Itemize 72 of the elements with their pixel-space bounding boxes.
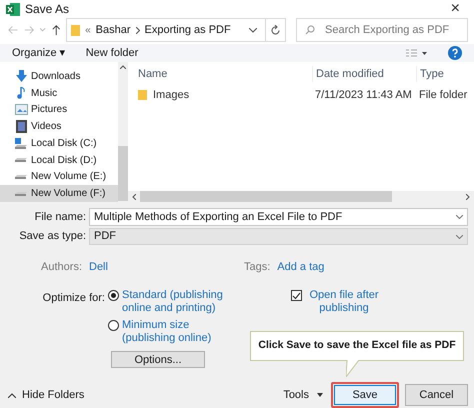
sidebar-scrollbar[interactable] <box>118 62 128 202</box>
new-folder-button[interactable]: New folder <box>86 44 138 62</box>
callout: Click Save to save the Excel file as PDF <box>250 331 464 361</box>
field-label: File name: <box>34 210 87 225</box>
callout-pointer <box>346 360 360 377</box>
path-segment[interactable]: Exporting as PDF <box>144 22 231 38</box>
cancel-button[interactable]: Cancel <box>405 384 468 406</box>
field-label: Optimize for: <box>42 291 106 306</box>
help-icon[interactable] <box>448 46 462 60</box>
column-header[interactable]: Date modified <box>312 66 416 82</box>
table-cell-text: 7/11/2023 11:43 AM <box>314 88 413 103</box>
sidebar-item[interactable]: Music <box>0 84 118 102</box>
scroll-right-icon[interactable] <box>466 194 470 200</box>
tools-menu[interactable]: Tools <box>283 386 323 404</box>
refresh-button[interactable] <box>265 18 286 42</box>
sidebar-item[interactable]: Downloads <box>0 68 118 85</box>
column-header[interactable]: Type <box>416 66 474 82</box>
caret-icon <box>317 393 323 397</box>
field-label: Save as type: <box>18 229 87 244</box>
dropdown-icon[interactable] <box>249 28 258 32</box>
close-button[interactable]: × <box>442 1 468 17</box>
chevron-icon <box>136 26 140 34</box>
up-icon[interactable] <box>52 24 60 36</box>
drive-icon <box>14 174 28 180</box>
sidebar-item[interactable]: New Volume (E:) <box>0 168 118 186</box>
dropdown-icon <box>456 234 463 238</box>
organize-menu[interactable]: Organize ▾ <box>12 44 66 62</box>
app-icon <box>6 2 20 16</box>
drive-icon <box>14 138 28 149</box>
field-label: Authors: <box>40 260 83 275</box>
file-name-field[interactable]: Multiple Methods of Exporting an Excel File to PDF <box>89 208 468 226</box>
caret-icon <box>8 392 16 398</box>
hide-folders-button[interactable]: Hide Folders <box>8 386 84 404</box>
path-segment[interactable]: « <box>85 22 91 38</box>
path-segment[interactable]: Bashar <box>96 22 131 38</box>
radio-label[interactable]: Minimum size (publishing online) <box>122 319 233 345</box>
add-tag-link[interactable]: Add a tag <box>277 258 324 276</box>
radio-label[interactable]: Standard (publishing online and printing) <box>122 289 233 315</box>
window-title: Save As <box>25 1 70 18</box>
drive-icon <box>14 157 28 164</box>
drive-icon <box>14 190 28 197</box>
download-icon <box>14 70 28 82</box>
folder-icon <box>138 90 147 100</box>
picture-icon <box>14 104 28 116</box>
search-field[interactable]: Search Exporting as PDF <box>296 18 468 42</box>
sidebar-item[interactable]: Videos <box>0 118 118 135</box>
options-button[interactable]: Options... <box>111 351 205 368</box>
refresh-icon <box>270 24 281 36</box>
view-icon[interactable] <box>406 48 428 58</box>
column-header[interactable]: Name <box>134 66 312 82</box>
file-name[interactable]: Images <box>153 86 190 104</box>
scroll-up-icon[interactable] <box>120 65 126 69</box>
sidebar-item[interactable]: Local Disk (D:) <box>0 152 118 168</box>
authors-link[interactable]: Dell <box>89 258 244 276</box>
file-type-dropdown[interactable]: PDF <box>89 228 468 245</box>
address-bar[interactable]: « Bashar Exporting as PDF <box>66 18 266 42</box>
save-button[interactable]: Save <box>334 385 396 405</box>
search-icon <box>305 25 315 35</box>
table-cell-text: File folder <box>418 88 468 103</box>
film-icon <box>14 120 28 134</box>
radio-button[interactable] <box>108 290 119 301</box>
sidebar-item[interactable]: New Volume (F:) <box>0 185 118 202</box>
sidebar-item[interactable]: Local Disk (C:) <box>0 135 118 152</box>
sidebar-item[interactable]: Pictures <box>0 102 118 118</box>
checkbox[interactable] <box>291 290 302 301</box>
horizontal-scrollbar[interactable] <box>128 191 474 202</box>
radio-button[interactable] <box>108 320 119 331</box>
checkbox-label[interactable]: Open file after publishing <box>305 289 383 315</box>
scroll-left-icon[interactable] <box>132 194 136 200</box>
field-label: Tags: <box>244 260 272 275</box>
dropdown-icon <box>456 215 463 219</box>
folder-icon <box>71 24 80 36</box>
